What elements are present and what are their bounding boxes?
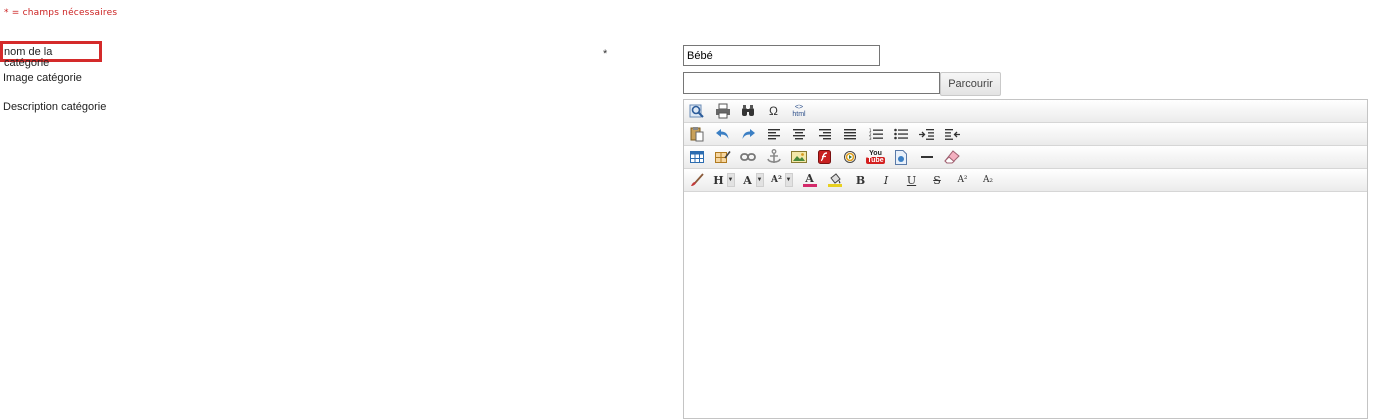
undo-icon[interactable]: [712, 124, 734, 144]
font-dropdown-arrow[interactable]: ▼: [755, 173, 764, 187]
image-icon[interactable]: [788, 147, 810, 167]
indent-icon[interactable]: [916, 124, 938, 144]
brush-icon[interactable]: [686, 170, 708, 190]
eraser-icon[interactable]: [941, 147, 963, 167]
html-source-icon-top: <>: [794, 104, 804, 111]
font-size-dropdown-arrow[interactable]: ▼: [784, 173, 793, 187]
youtube-icon-top: You: [869, 150, 882, 157]
justify-icon[interactable]: [839, 124, 861, 144]
youtube-icon-bottom: Tube: [866, 157, 885, 164]
file-icon[interactable]: [890, 147, 912, 167]
media-icon[interactable]: [839, 147, 861, 167]
preview-icon[interactable]: [686, 101, 708, 121]
highlight-color-icon[interactable]: [824, 170, 846, 190]
heading-dropdown-arrow[interactable]: ▼: [726, 173, 735, 187]
font-color-glyph: A: [805, 172, 814, 185]
unordered-list-icon[interactable]: [890, 124, 912, 144]
html-source-icon-bottom: html: [792, 111, 806, 118]
link-icon[interactable]: [737, 147, 759, 167]
align-left-icon[interactable]: [763, 124, 785, 144]
table-icon[interactable]: [686, 147, 708, 167]
category-name-label: nom de la catégorie: [0, 41, 102, 69]
align-center-icon[interactable]: [788, 124, 810, 144]
youtube-icon[interactable]: You Tube: [865, 147, 887, 167]
category-image-file-field[interactable]: [683, 72, 940, 94]
table-edit-icon[interactable]: [712, 147, 734, 167]
required-marker: *: [603, 48, 608, 60]
font-size-icon[interactable]: A²: [770, 170, 784, 190]
anchor-icon[interactable]: [763, 147, 785, 167]
highlight-color-bar: [828, 184, 842, 187]
print-icon[interactable]: [712, 101, 734, 121]
font-icon[interactable]: A: [741, 170, 755, 190]
heading-icon[interactable]: H: [712, 170, 726, 190]
editor-toolbar-row-1: Ω <> html: [684, 100, 1367, 123]
editor-toolbar-row-4: H ▼ A ▼ A² ▼ A B I U S A² A₂: [684, 169, 1367, 192]
font-color-icon[interactable]: A: [799, 170, 821, 190]
required-fields-note: * = champs nécessaires: [4, 8, 118, 18]
html-source-icon[interactable]: <> html: [788, 101, 810, 121]
subscript-icon[interactable]: A₂: [977, 170, 999, 190]
italic-icon[interactable]: I: [875, 170, 897, 190]
category-name-input[interactable]: [683, 45, 880, 66]
font-color-bar: [802, 184, 817, 187]
editor-content-area[interactable]: [684, 192, 1367, 392]
ordered-list-icon[interactable]: 123: [865, 124, 887, 144]
align-right-icon[interactable]: [814, 124, 836, 144]
description-editor: Ω <> html 123 You Tube H ▼ A ▼ A² ▼ A B …: [683, 99, 1368, 419]
underline-icon[interactable]: U: [901, 170, 923, 190]
superscript-icon[interactable]: A²: [952, 170, 974, 190]
strikethrough-icon[interactable]: S: [926, 170, 948, 190]
editor-toolbar-row-3: You Tube: [684, 146, 1367, 169]
horizontal-rule-icon[interactable]: [916, 147, 938, 167]
svg-text:3: 3: [869, 136, 872, 140]
outdent-icon[interactable]: [941, 124, 963, 144]
flash-icon[interactable]: [814, 147, 836, 167]
category-description-label: Description catégorie: [3, 101, 107, 113]
bold-icon[interactable]: B: [850, 170, 872, 190]
category-image-label: Image catégorie: [3, 72, 82, 84]
redo-icon[interactable]: [737, 124, 759, 144]
paste-word-icon[interactable]: [686, 124, 708, 144]
browse-button[interactable]: Parcourir: [940, 72, 1001, 96]
special-characters-icon[interactable]: Ω: [763, 101, 785, 121]
editor-toolbar-row-2: 123: [684, 123, 1367, 146]
find-icon[interactable]: [737, 101, 759, 121]
